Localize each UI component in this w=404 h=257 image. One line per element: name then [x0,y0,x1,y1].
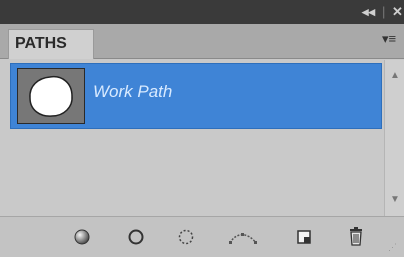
delete-path-button[interactable] [344,225,368,249]
tab-paths[interactable]: PATHS [8,29,94,59]
scroll-up-arrow-icon[interactable]: ▲ [388,70,402,82]
new-path-button[interactable] [292,225,316,249]
load-selection-button[interactable] [174,225,198,249]
titlebar-divider: | [382,4,386,19]
delete-path-icon [350,227,362,246]
close-panel-button[interactable]: ✕ [392,4,403,20]
fill-path-button[interactable] [70,225,94,249]
panel-tabbar: PATHS ▾≡ [0,24,404,59]
resize-grip-icon[interactable]: ⋰ [388,241,400,253]
path-row[interactable]: Work Path [10,63,382,129]
panel-footer: ⋰ [0,216,404,257]
scroll-down-arrow-icon[interactable]: ▼ [388,194,402,206]
paths-list: Work Path [10,60,382,216]
panel-titlebar: ◂◂ | ✕ [0,0,404,24]
new-path-icon [297,230,311,244]
path-thumbnail [17,68,85,124]
load-selection-icon [178,229,194,245]
stroke-path-icon [128,229,144,245]
scrollbar[interactable]: ▲ ▼ [384,60,404,216]
stroke-path-button[interactable] [124,225,148,249]
path-shape-icon [29,75,73,117]
path-name: Work Path [93,82,173,101]
panel-menu-icon[interactable]: ▾≡ [380,30,398,48]
make-work-path-icon [229,233,257,244]
fill-path-icon [74,229,90,245]
make-work-path-button[interactable] [228,225,258,249]
collapse-panel-button[interactable]: ◂◂ [362,4,375,20]
